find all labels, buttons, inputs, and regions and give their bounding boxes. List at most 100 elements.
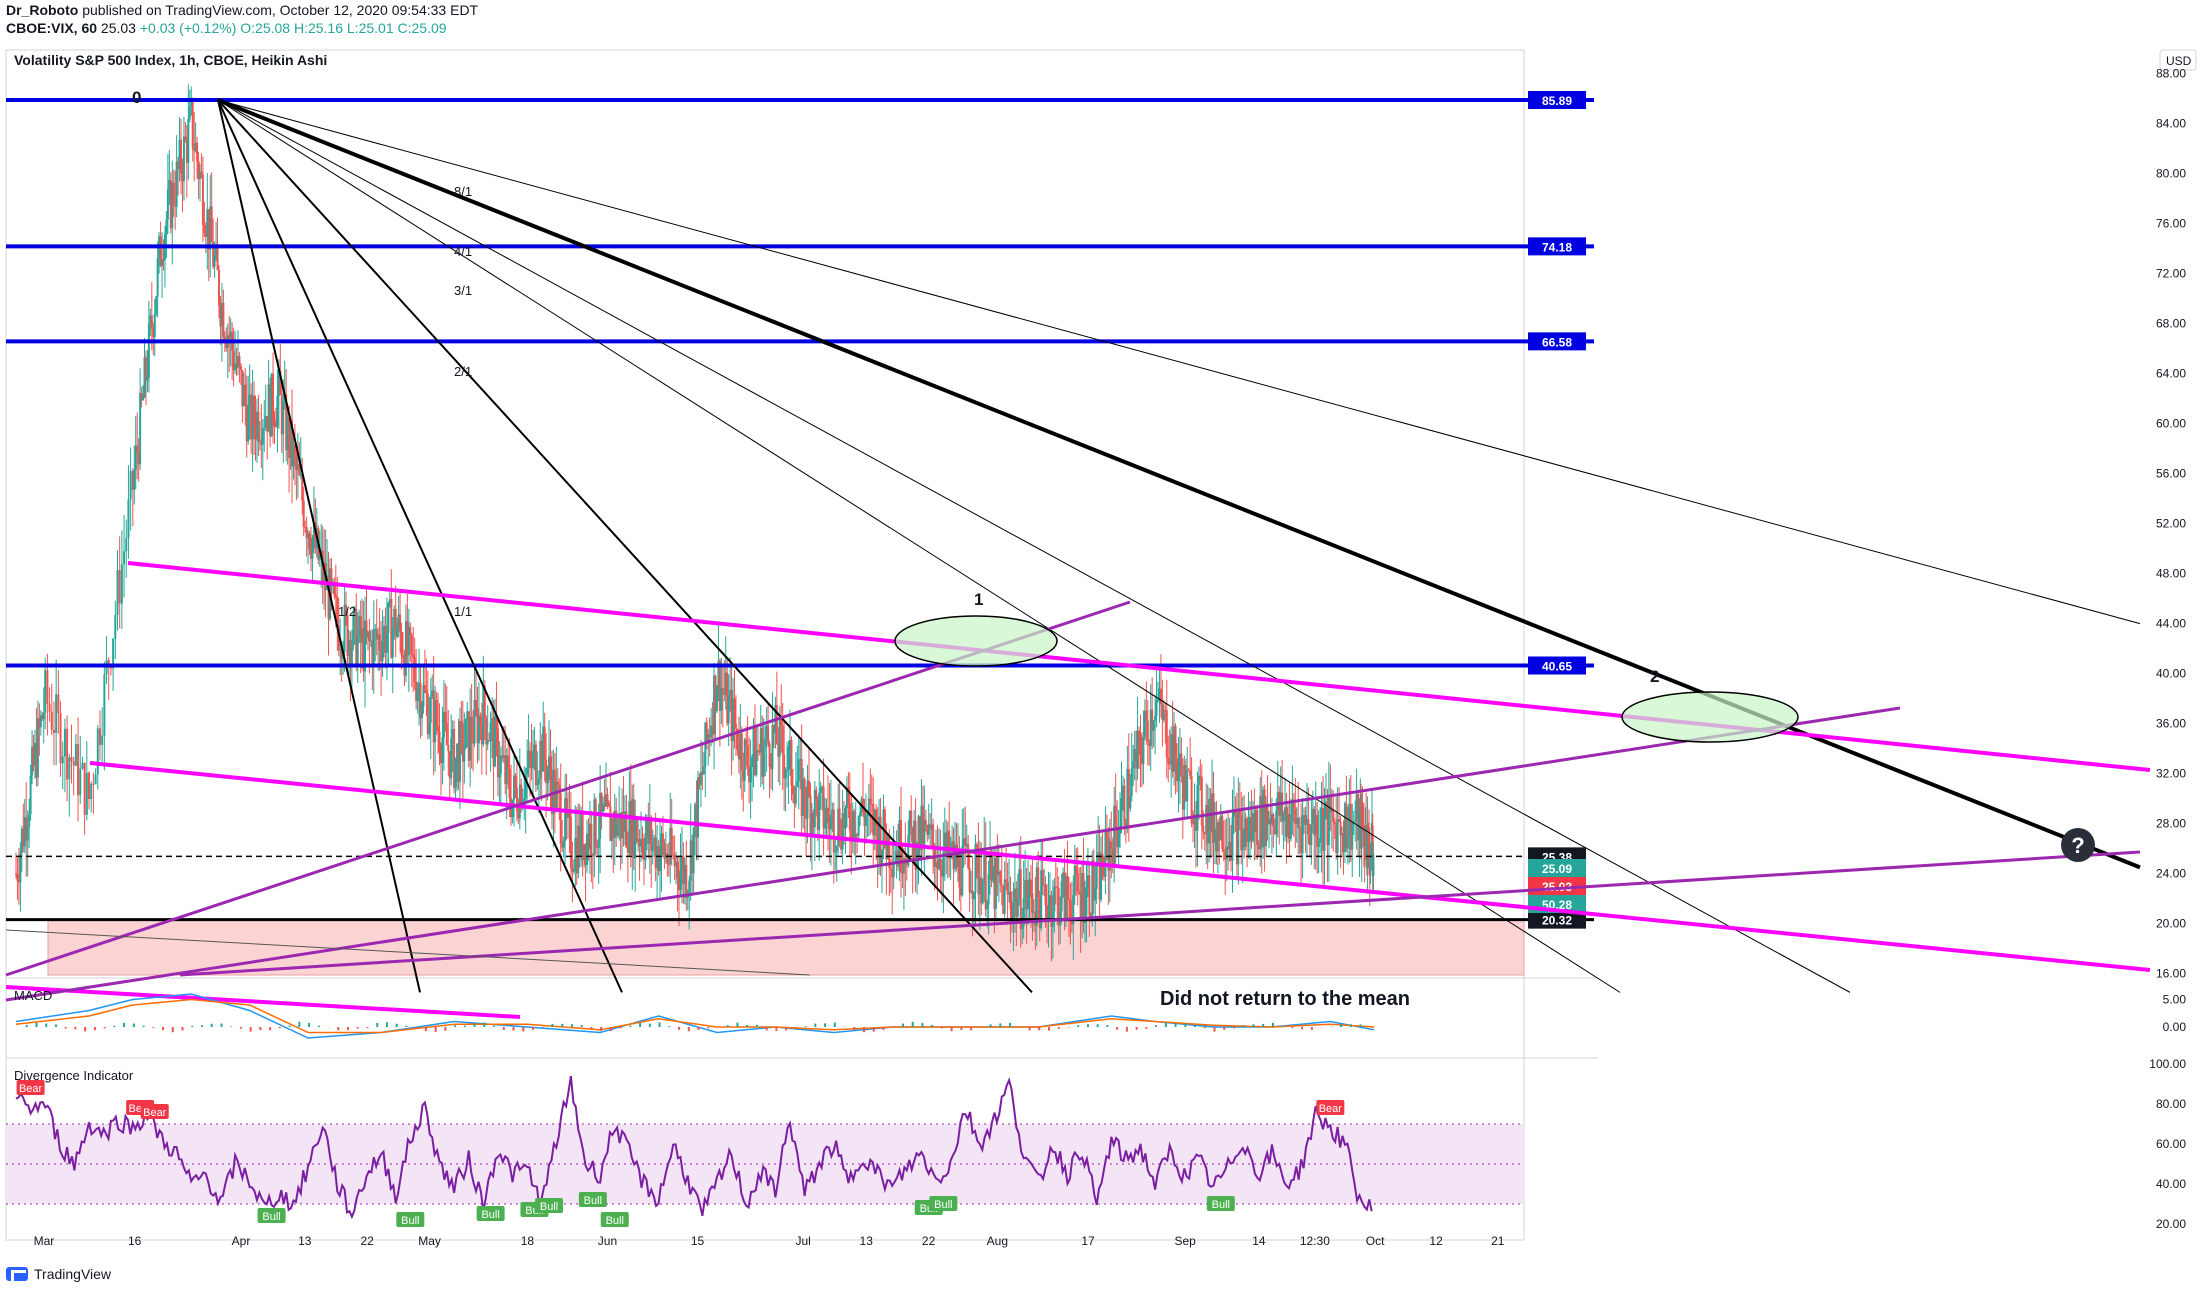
candle-body (166, 189, 169, 220)
gann-fan-line (217, 99, 421, 993)
candle-body (745, 739, 748, 746)
candle-body (834, 851, 837, 853)
candle-body (61, 756, 64, 764)
candle-body (1120, 798, 1123, 827)
zone-annotation: Did not return to the mean (1160, 988, 1410, 1010)
candle-body (127, 499, 130, 539)
candle-body (180, 139, 183, 174)
macd-histogram-bar (473, 1024, 476, 1027)
macd-histogram-bar (629, 1025, 632, 1027)
macd-histogram-bar (590, 1027, 593, 1030)
candle-body (740, 733, 743, 771)
candle-body (57, 694, 60, 714)
candle-body (399, 614, 402, 633)
candle-body (824, 823, 827, 829)
candle-body (1189, 770, 1192, 776)
candle-body (1159, 688, 1162, 705)
candle-body (409, 626, 412, 636)
macd-histogram-bar (405, 1025, 408, 1027)
candle-body (679, 870, 682, 891)
macd-histogram-bar (366, 1027, 369, 1029)
y-tick-label: 44.00 (2156, 617, 2186, 631)
candle-body (1199, 775, 1202, 778)
candle-body (1332, 809, 1335, 822)
macd-histogram-bar (84, 1027, 87, 1032)
y-tick-label: 32.00 (2156, 767, 2186, 781)
macd-histogram-bar (483, 1022, 486, 1027)
macd-histogram-bar (1203, 1027, 1206, 1029)
candle-body (1289, 821, 1292, 839)
point-label-2: 2 (1650, 667, 1659, 686)
candle-body (767, 725, 770, 744)
candle-body (1222, 849, 1225, 852)
candle-body (1117, 834, 1120, 848)
candle-body (460, 721, 463, 724)
candle-body (1247, 829, 1250, 843)
candle-body (1142, 737, 1145, 765)
x-tick-label: Apr (232, 1234, 251, 1248)
magenta-channel-line (5, 985, 521, 1019)
candle-body (826, 807, 829, 819)
x-tick-label: 18 (521, 1234, 535, 1248)
candle-body (1167, 757, 1170, 764)
candle-body (1138, 730, 1141, 735)
y-tick-label: 36.00 (2156, 717, 2186, 731)
tradingview-brand: TradingView (34, 1266, 112, 1282)
macd-histogram-bar (1164, 1022, 1167, 1027)
candle-body (696, 777, 699, 838)
candle-body (133, 470, 136, 490)
level-tag-label: 66.58 (1542, 335, 1572, 349)
candle-body (402, 655, 405, 658)
gann-fan-line (217, 99, 623, 993)
macd-histogram-bar (269, 1027, 272, 1031)
macd-histogram-bar (950, 1027, 953, 1032)
candle-body (217, 269, 220, 306)
tradingview-logo[interactable]: TradingView (6, 1266, 111, 1282)
candle-body (247, 404, 250, 442)
candle-body (848, 803, 851, 831)
macd-histogram-bar (200, 1025, 203, 1027)
macd-histogram-bar (1262, 1023, 1265, 1027)
macd-histogram-bar (609, 1027, 612, 1032)
chart-canvas[interactable]: Volatility S&P 500 Index, 1h, CBOE, Heik… (0, 0, 2203, 1290)
point-label-1: 1 (974, 590, 983, 609)
candle-body (815, 789, 818, 800)
candle-body (454, 758, 457, 788)
candle-body (1346, 836, 1349, 849)
candle-body (1027, 896, 1030, 910)
macd-histogram-bar (230, 1026, 233, 1027)
macd-histogram-bar (804, 1026, 807, 1027)
candle-body (165, 219, 168, 235)
candle-body (781, 725, 784, 755)
candle-body (85, 772, 88, 815)
x-tick-label: 15 (691, 1234, 705, 1248)
candle-body (838, 808, 841, 840)
bull-label: Bull (481, 1209, 499, 1221)
candle-body (1202, 825, 1205, 833)
macd-histogram-bar (512, 1027, 515, 1031)
candle-body (464, 719, 467, 749)
macd-histogram-bar (54, 1024, 57, 1027)
candle-body (607, 802, 610, 807)
macd-histogram-bar (522, 1027, 525, 1032)
fan-ratio-label: 2/1 (454, 364, 472, 379)
rsi-y-tick: 60.00 (2156, 1137, 2186, 1151)
candle-body (92, 783, 95, 785)
candle-body (239, 365, 242, 371)
macd-histogram-bar (882, 1027, 885, 1031)
macd-title: MACD (14, 988, 52, 1003)
candle-body (1238, 810, 1241, 815)
candle-body (1114, 805, 1117, 829)
ellipse-marker-2 (1621, 691, 1799, 743)
y-tick-label: 24.00 (2156, 867, 2186, 881)
candle-body (302, 500, 305, 527)
candle-body (1132, 761, 1135, 769)
candle-body (543, 726, 546, 760)
macd-histogram-bar (1096, 1024, 1099, 1027)
candle-body (616, 824, 619, 836)
candle-body (387, 602, 390, 634)
macd-histogram-bar (1242, 1025, 1245, 1027)
candle-body (420, 706, 423, 719)
macd-histogram-bar (1223, 1027, 1226, 1030)
macd-histogram-bar (1252, 1024, 1255, 1027)
